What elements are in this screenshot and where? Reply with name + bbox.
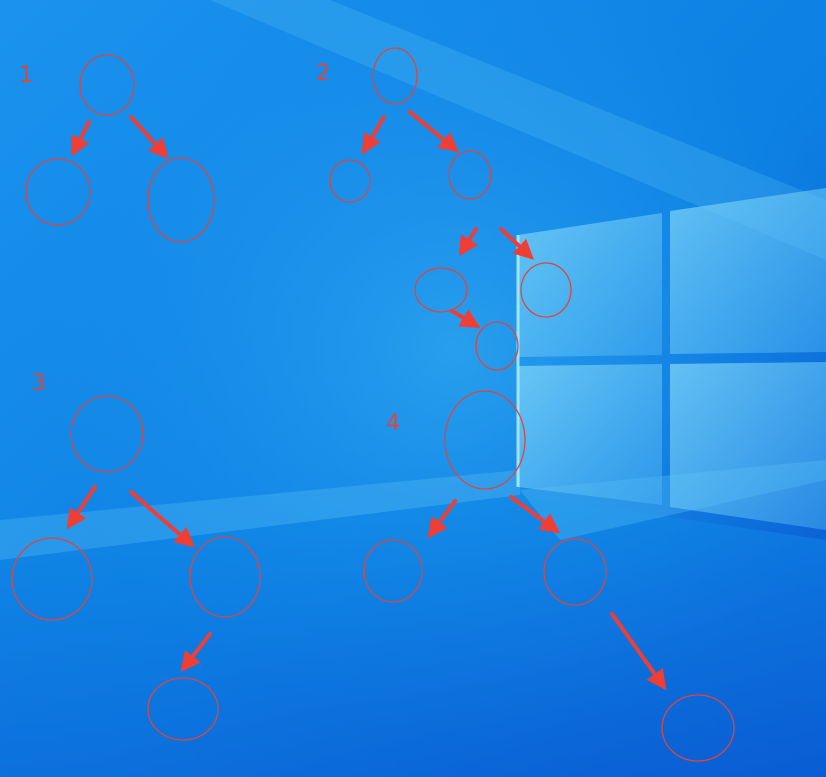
screen: 1 2 3 4 xyxy=(0,0,826,777)
diagram-2-left-child-node xyxy=(329,159,371,203)
diagram-2-right-child-node xyxy=(448,150,492,200)
diagram-3-left-child-node xyxy=(11,537,93,621)
diagram-4-left-child-node xyxy=(363,539,423,603)
diagram-1-label: 1 xyxy=(19,63,33,88)
diagram-1-right-child-node xyxy=(147,157,215,243)
diagram-2-root-node xyxy=(372,47,418,105)
diagram-3-arrow-left xyxy=(66,485,97,530)
diagram-1-arrow-left xyxy=(71,120,91,157)
diagram-4-arrow-grandchild xyxy=(610,612,667,691)
diagram-2-grandchild-left-node xyxy=(414,267,468,313)
diagram-2-label: 2 xyxy=(316,61,330,86)
diagram-3-arrow-grandchild xyxy=(180,632,212,673)
diagram-3-arrow-right xyxy=(129,490,196,548)
diagram-4-arrow-right xyxy=(509,495,561,534)
diagram-2-great-grandchild-node xyxy=(475,321,519,371)
diagram-3-grandchild-node xyxy=(147,677,219,741)
diagram-1-root-node xyxy=(79,54,135,116)
diagram-4-arrow-left xyxy=(427,499,457,539)
diagram-2-grandchild-right-node xyxy=(520,262,572,318)
diagram-2-arrow-right xyxy=(408,110,460,153)
diagram-4-right-child-node xyxy=(543,538,607,606)
diagram-3-right-child-node xyxy=(189,536,261,618)
diagram-1-left-child-node xyxy=(25,158,91,226)
tree-diagram-overlay: 1 2 3 4 xyxy=(11,47,735,762)
diagram-3-label: 3 xyxy=(32,371,46,396)
diagram-2-arrow-left xyxy=(361,115,386,155)
diagram-4-root-node xyxy=(444,390,526,490)
diagram-4-label: 4 xyxy=(386,411,400,436)
diagram-1-arrow-right xyxy=(129,115,169,159)
diagram-2-arrow-grandchild-left xyxy=(458,227,478,257)
diagram-3-root-node xyxy=(70,395,144,473)
diagram-2-arrow-great-grandchild xyxy=(450,309,481,329)
diagram-4-grandchild-node xyxy=(661,694,735,762)
diagram-2-arrow-grandchild-right xyxy=(499,227,534,260)
